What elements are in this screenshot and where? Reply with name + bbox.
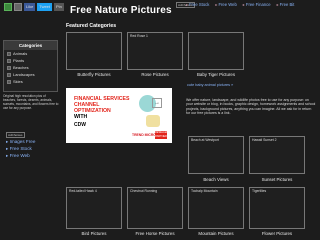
top-link-free-stock[interactable]: ▸Free Stock xyxy=(186,2,209,7)
thumb-butterfly[interactable] xyxy=(66,32,122,70)
ad-partner-badge: RESELLER PARTNER xyxy=(155,131,169,139)
thumb-label-tochal: Tochalp Mountain xyxy=(191,189,218,193)
categories-heading: Categories xyxy=(4,41,57,50)
thumb-baby-tiger[interactable] xyxy=(188,32,244,70)
sidebar-adchoices-badge[interactable]: AdChoices xyxy=(6,132,25,138)
caption-bird[interactable]: Bird Pictures xyxy=(66,231,122,236)
category-animals[interactable]: Animals xyxy=(4,50,57,57)
caption-horse[interactable]: Free Horse Pictures xyxy=(121,231,189,236)
category-icon xyxy=(7,79,11,84)
tweet-button[interactable]: Tweet xyxy=(37,3,53,11)
thumb-bird[interactable]: Red-tailed Hawk 4 xyxy=(66,187,122,229)
like-button[interactable]: Like xyxy=(24,3,36,11)
thumb-horse[interactable]: Chestnut Running xyxy=(127,187,183,229)
top-links: ▸Free Stock ▸Free Web ▸Free Finance ▸Fre… xyxy=(186,2,294,7)
category-icon xyxy=(7,65,11,70)
category-plants[interactable]: Plants xyxy=(4,57,57,64)
arrow-icon: ▸ xyxy=(186,2,189,7)
thumb-label-red-rose: Red Rose 1 xyxy=(130,34,148,38)
thumb-flower[interactable]: Tigerlilies xyxy=(249,187,305,229)
ad-arrow-icon[interactable]: → xyxy=(152,98,162,108)
thumb-beach[interactable]: Beach at Westport xyxy=(188,136,244,174)
top-link-free-web[interactable]: ▸Free Web xyxy=(215,2,236,7)
thumb-label-hawaii: Hawaii Sunset 2 xyxy=(252,138,277,142)
sidebar-description: Original high resolution pics of beaches… xyxy=(3,94,59,111)
top-link-free-bit[interactable]: ▸Free Bit xyxy=(277,2,295,7)
category-landscapes[interactable]: Landscapes xyxy=(4,71,57,78)
arrow-icon: ▸ xyxy=(276,2,279,7)
category-icon xyxy=(7,72,11,77)
top-icons: Like Tweet Pin xyxy=(4,3,64,11)
caption-rose[interactable]: Rose Pictures xyxy=(127,72,183,77)
thumb-label-hawk: Red-tailed Hawk 4 xyxy=(69,189,97,193)
category-skies[interactable]: Skies xyxy=(4,78,57,85)
thumb-sunset[interactable]: Hawaii Sunset 2 xyxy=(249,136,305,174)
top-link-free-finance[interactable]: ▸Free Finance xyxy=(243,2,271,7)
thumb-rose[interactable]: Red Rose 1 xyxy=(127,32,183,70)
category-icon xyxy=(7,58,11,63)
pin-button[interactable]: Pin xyxy=(54,3,64,11)
ad-headline-4: WITH xyxy=(74,114,88,120)
advertisement[interactable]: FINANCIAL SERVICES CHANNEL OPTIMIZATION … xyxy=(66,88,172,143)
caption-sunset[interactable]: Sunset Pictures xyxy=(249,177,305,182)
ad-trend-micro-logo: TREND MICRO xyxy=(132,133,156,137)
thumb-label-chestnut: Chestnut Running xyxy=(130,189,158,193)
sidebar-link-images-free[interactable]: ▸ Images Free xyxy=(6,139,35,145)
ad-brand-cdw: CDW xyxy=(74,122,86,128)
arrow-icon: ▸ xyxy=(242,2,245,7)
menu-icon[interactable] xyxy=(14,3,22,11)
category-icon xyxy=(7,51,11,56)
caption-beach[interactable]: Beach Views xyxy=(188,177,244,182)
sidebar-link-free-stock[interactable]: ▸ Free Stock xyxy=(6,146,32,152)
categories-box: Categories Animals Plants Beaches Landsc… xyxy=(3,40,58,92)
thumb-mountain[interactable]: Tochalp Mountain xyxy=(188,187,244,229)
sidebar-link-free-web[interactable]: ▸ Free Web xyxy=(6,153,30,159)
caption-mountain[interactable]: Mountain Pictures xyxy=(188,231,244,236)
category-beaches[interactable]: Beaches xyxy=(4,64,57,71)
thumb-label-tiger: Tigerlilies xyxy=(252,189,267,193)
thumb-label-beach: Beach at Westport xyxy=(191,138,219,142)
caption-butterfly[interactable]: Butterfly Pictures xyxy=(66,72,122,77)
ad-chat-icon xyxy=(146,115,160,127)
caption-flower[interactable]: Flower Pictures xyxy=(249,231,305,236)
caption-baby-tiger[interactable]: Baby Tiger Pictures xyxy=(182,72,250,77)
cute-baby-animals-link[interactable]: cute baby animal pictures » xyxy=(187,83,233,87)
featured-categories-heading: Featured Categories xyxy=(66,23,117,29)
home-icon[interactable] xyxy=(4,3,12,11)
page-title: Free Nature Pictures xyxy=(70,5,172,16)
intro-text: We offer nature, landscape, and wildlife… xyxy=(186,98,316,115)
